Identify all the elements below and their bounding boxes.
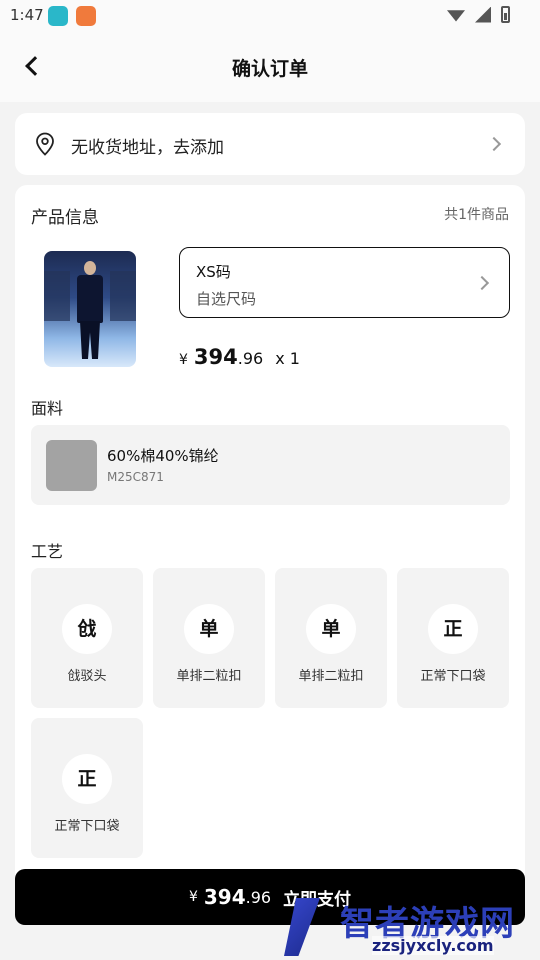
craft-icon: 正 [62,754,112,804]
price-integer: 394 [193,345,238,369]
fabric-label: 面料 [31,399,64,418]
fabric-code: M25C871 [107,470,164,484]
price-decimal: .96 [237,349,264,368]
craft-name: 正常下口袋 [54,819,120,834]
address-placeholder: 无收货地址，去添加 [71,138,224,158]
craft-label: 工艺 [31,542,64,561]
chevron-right-icon [486,136,502,152]
image-crowd-right [110,271,136,321]
craft-item[interactable]: 单 单排二粒扣 [153,568,265,708]
image-model-head [84,261,96,275]
item-count: 共1件商品 [444,207,509,223]
fabric-card: 60%棉40%锦纶 M25C871 [31,425,510,505]
craft-item[interactable]: 单 单排二粒扣 [275,568,387,708]
size-selector[interactable]: XS码 自选尺码 [179,247,510,318]
pay-label: 立即支付 [283,889,352,910]
wifi-icon [447,10,465,22]
craft-icon: 单 [306,604,356,654]
notification-app-icon [48,6,68,26]
craft-name: 单排二粒扣 [176,669,242,684]
battery-icon [501,6,510,23]
section-title: 产品信息 [31,208,99,228]
address-card[interactable]: 无收货地址，去添加 [15,113,525,175]
craft-icon: 正 [428,604,478,654]
status-indicators [447,6,510,23]
watermark-url: zzsjyxcly.com [372,936,494,955]
pay-now-button[interactable]: ¥ 394 .96 立即支付 [15,869,525,925]
craft-item[interactable]: 戗 戗驳头 [31,568,143,708]
size-hint: 自选尺码 [196,290,257,308]
quantity: x 1 [275,349,300,368]
image-model-suit [77,275,103,323]
fabric-swatch [46,440,97,491]
total-integer: 394 [203,885,246,909]
craft-name: 正常下口袋 [420,669,486,684]
signal-icon [475,6,491,23]
craft-icon: 单 [184,604,234,654]
total-decimal: .96 [245,887,272,907]
craft-icon: 戗 [62,604,112,654]
fabric-name: 60%棉40%锦纶 [107,447,219,465]
craft-name: 戗驳头 [67,669,107,684]
currency-symbol: ¥ [188,889,198,905]
image-model-legs [80,321,100,359]
craft-name: 单排二粒扣 [298,669,364,684]
status-time: 1:47 [10,6,44,24]
product-price: ¥ 394 .96 x 1 [179,345,300,369]
chevron-right-icon [474,275,490,291]
image-crowd-left [44,271,70,321]
location-pin-icon [36,132,54,156]
notification-app-icon-2 [76,6,96,26]
product-image[interactable] [44,251,136,367]
header: 确认订单 [0,32,540,102]
craft-item[interactable]: 正 正常下口袋 [31,718,143,858]
size-value: XS码 [196,263,231,281]
craft-item[interactable]: 正 正常下口袋 [397,568,509,708]
product-info-card: 产品信息 共1件商品 XS码 自选尺码 ¥ 394 .96 x 1 面料 60%… [15,185,525,885]
currency-symbol: ¥ [179,352,188,368]
page-title: 确认订单 [231,58,308,80]
status-bar: 1:47 [0,0,540,32]
